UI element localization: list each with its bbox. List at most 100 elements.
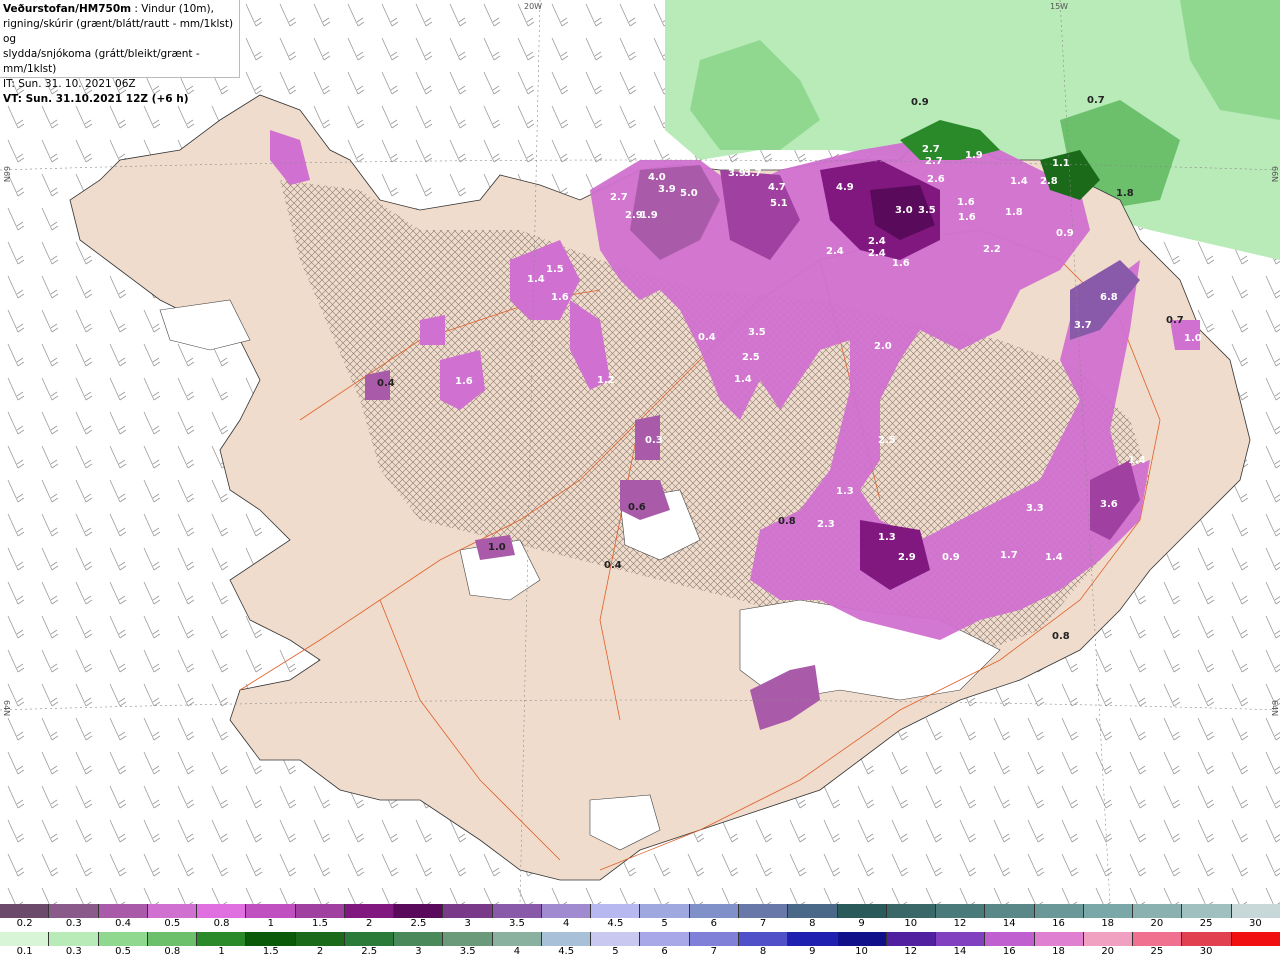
precip-value: 1.2 [597,375,615,386]
legend-rain-labels: 0.1 0.3 0.5 0.8 1 1.5 2 2.5 3 3.5 4 4.5 5 6 7 8 9 10 12 14 1… [0,946,1280,960]
precip-value: 5.0 [680,188,698,199]
lat-label-64n-right: 64N [1270,700,1279,717]
legend-swatch [541,932,592,946]
precip-value: 1.9 [965,150,983,161]
precip-value: 1.4 [734,374,752,385]
precip-value: 1.4 [527,274,545,285]
legend-tick-label: 0.5 [164,918,181,929]
legend-tick-label: 18 [1101,918,1115,929]
precip-value: 1.4 [1045,552,1063,563]
precip-value: 2.7 [922,144,940,155]
legend-tick-label: 0.3 [65,918,82,929]
legend-tick-label: 4 [562,918,570,929]
precip-value: 2.3 [817,519,835,530]
precip-value: 5.1 [770,198,788,209]
legend-tick-label: 6 [710,918,718,929]
precip-value: 3.0 [895,205,913,216]
legend-swatch [49,932,99,946]
legend-tick-label: 25 [1150,946,1164,957]
legend-snow: 0.2 0.3 0.4 0.5 0.8 1 1.5 2 2.5 3 3.5 4 4.5 5 6 7 8 9 10 12… [0,904,1280,932]
legend-swatch [1231,932,1280,946]
legend-swatch [246,904,296,918]
precip-value: 2.8 [1040,176,1058,187]
legend-swatch [0,932,50,946]
precip-value: 1.4 [1010,176,1028,187]
legend-swatch [1083,904,1134,918]
legend-tick-label: 16 [1052,918,1065,929]
legend-swatch [738,904,789,918]
legend-tick-label: 3.5 [508,918,525,929]
legend-swatch [0,904,50,918]
legend-rain: 0.1 0.3 0.5 0.8 1 1.5 2 2.5 3 3.5 4 4.5 5 6 7 8 9 10 12 14 1… [0,932,1280,960]
precip-value: 4.7 [768,182,786,193]
legend-swatch [1182,904,1232,918]
precip-value: 2.0 [874,341,892,352]
precip-value: 0.6 [628,502,646,513]
legend-tick-label: 0.8 [213,918,230,929]
legend-tick-label: 20 [1101,946,1115,957]
precip-value: 0.9 [942,552,960,563]
legend-swatch [591,904,641,918]
legend-tick-label: 3.5 [459,946,476,957]
legend-swatch [147,932,198,946]
precip-value: 2.5 [742,352,760,363]
precip-value: 1.3 [878,532,896,543]
precip-value: 0.4 [698,332,716,343]
precip-value: 2.2 [983,244,1001,255]
legend-swatch [197,932,247,946]
precip-value: 0.3 [645,435,663,446]
legend-tick-label: 6 [661,946,668,957]
legend-tick-label: 1 [218,946,225,957]
precip-value: 1.3 [836,486,854,497]
legend-swatch [443,932,493,946]
legend-tick-label: 2 [366,918,373,929]
legend-swatch [1182,932,1232,946]
legend-swatch [591,932,641,946]
legend-tick-label: 0.3 [65,946,82,957]
precip-value: 1.6 [551,292,569,303]
legend-tick-label: 1.5 [312,918,328,929]
precip-value: 1.7 [1000,550,1018,561]
legend-swatch [147,904,198,918]
precip-value: 3.5 [748,327,766,338]
legend-tick-label: 0.1 [16,946,33,957]
precip-value: 4.9 [836,182,854,193]
legend-tick-label: 0.2 [16,918,33,929]
lat-label-66n-right: 66N [1270,166,1279,183]
title-line2: rigning/skúrir (grænt/blátt/rautt - mm/1… [3,18,234,45]
legend-tick-label: 5 [661,918,668,929]
legend-swatch [788,904,838,918]
legend-tick-label: 18 [1052,946,1065,957]
map-svg: 2.72.91.94.03.9 5.03.93.74.75.14.93.0 3.52… [0,0,1280,905]
legend-swatch [1034,904,1084,918]
legend-swatch [640,932,690,946]
precip-value: 1.4 [1128,455,1146,466]
legend-tick-label: 0.5 [115,946,132,957]
legend-tick-label: 9 [809,946,816,957]
legend-tick-label: 2 [316,946,324,957]
precip-value: 2.5 [878,435,896,446]
legend-swatch [1231,904,1280,918]
legend-swatch [394,904,444,918]
precip-value: 1.9 [640,210,658,221]
legend-tick-label: 20 [1150,918,1164,929]
legend-swatch [295,932,345,946]
legend-tick-label: 5 [612,946,619,957]
precip-value: 2.7 [925,156,943,167]
precip-value: 1.6 [892,258,910,269]
legend-swatch [837,904,887,918]
lon-label-15w: 15W [1050,2,1069,11]
lon-label-20w: 20W [524,2,543,11]
precip-value: 1.6 [455,376,473,387]
legend-swatch [1133,932,1183,946]
legend-swatch [98,932,148,946]
legend-rain-colorbar [0,932,1280,946]
legend-swatch [246,932,296,946]
precip-value: 2.4 [826,246,844,257]
legend-swatch [394,932,444,946]
product-name: Veðurstofan/HM750m [3,3,132,15]
precip-value: 0.9 [911,97,929,108]
lat-label-64n-left: 64N [2,700,11,717]
legend-tick-label: 1 [267,918,274,929]
precip-value: 0.9 [1056,228,1074,239]
